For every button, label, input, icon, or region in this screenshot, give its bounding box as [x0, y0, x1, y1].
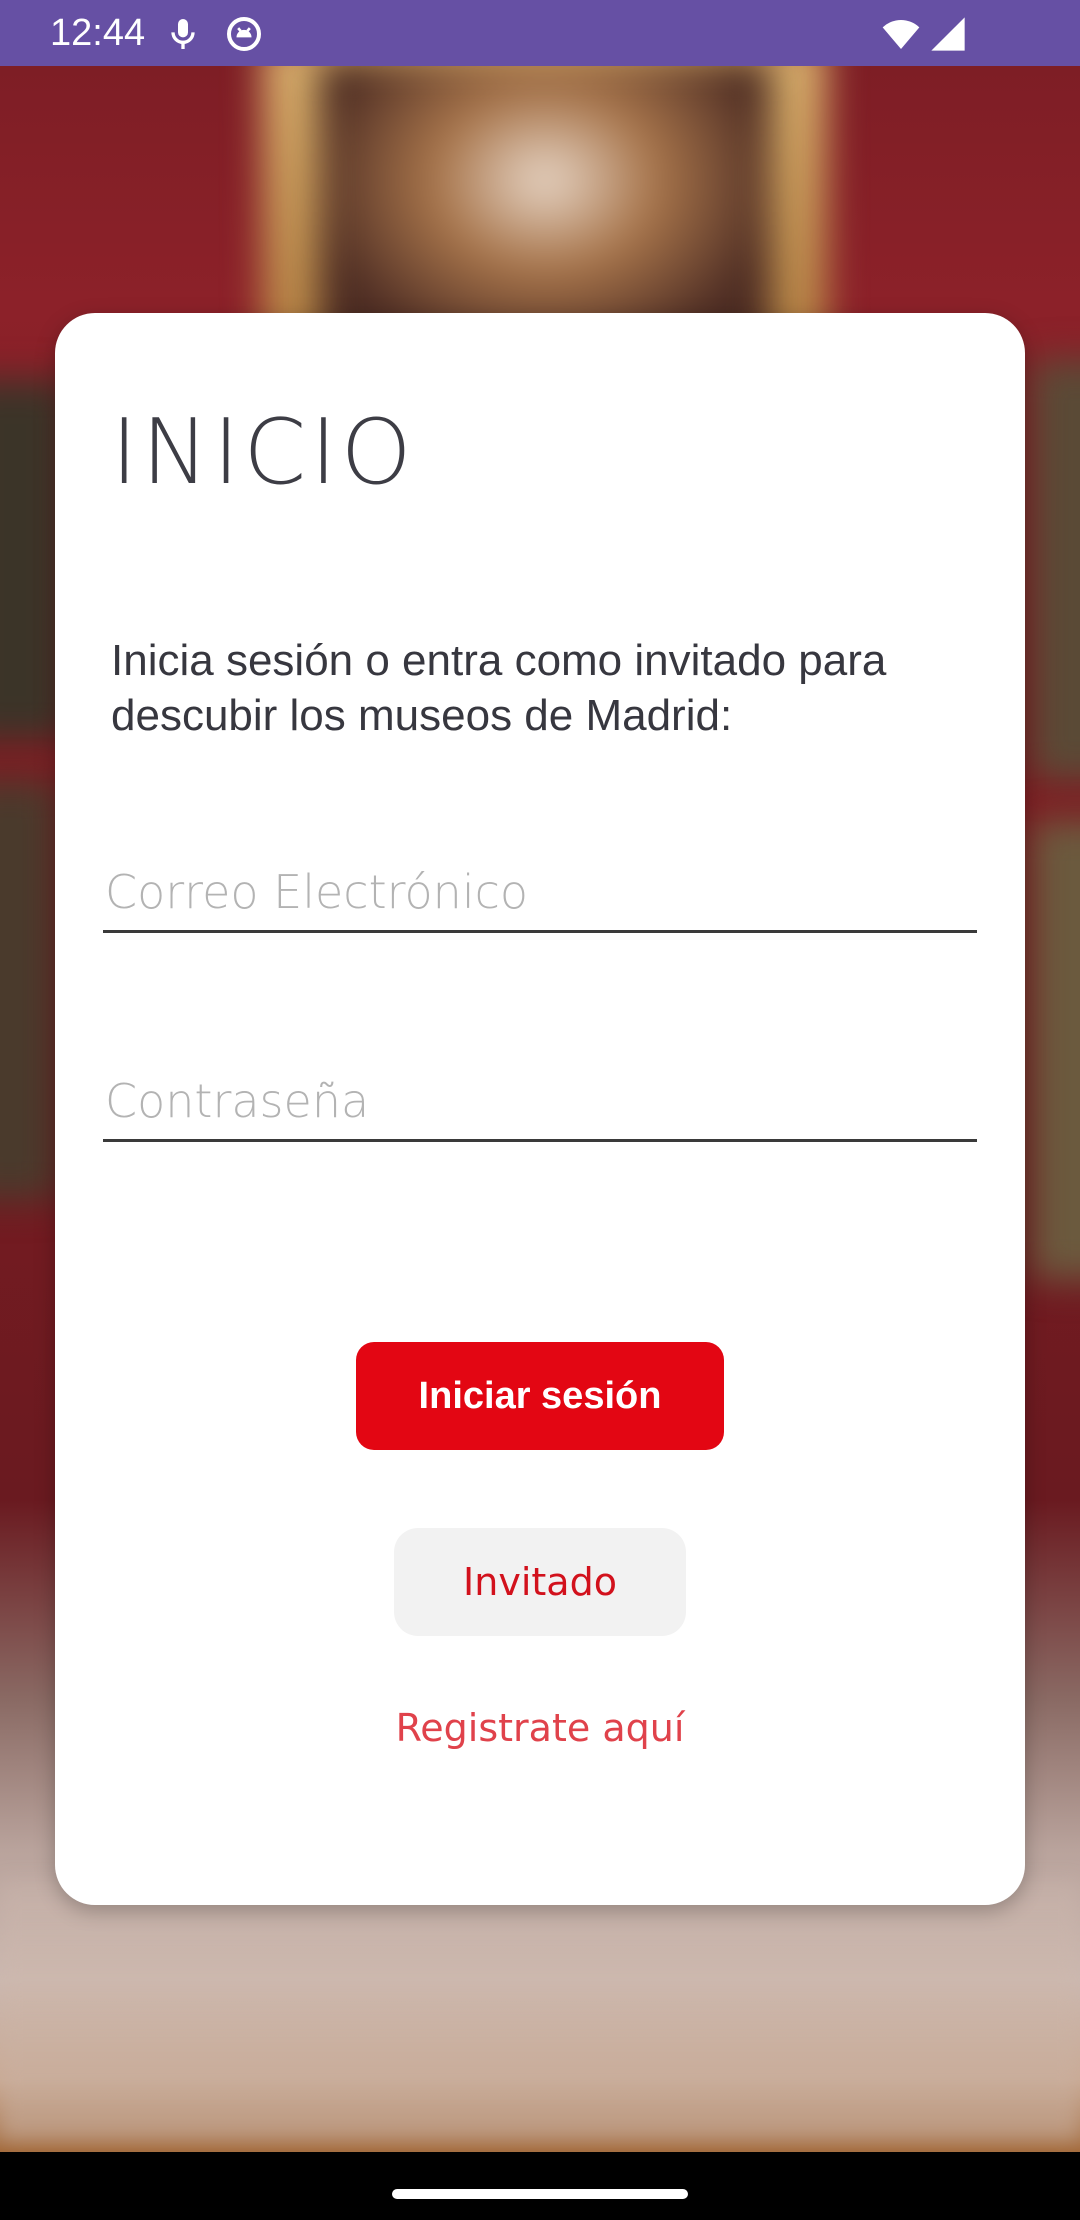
gallery-floor	[0, 1880, 1080, 2140]
home-gesture-handle[interactable]	[392, 2189, 688, 2199]
status-time: 12:44	[50, 12, 146, 54]
status-bar: 12:44	[0, 0, 1080, 66]
microphone-icon	[163, 14, 203, 54]
login-card: INICIO Inicia sesión o entra como invita…	[55, 313, 1025, 1905]
email-field[interactable]	[103, 853, 977, 933]
login-description: Inicia sesión o entra como invitado para…	[111, 636, 887, 740]
painting-right-top	[1030, 360, 1080, 780]
login-button[interactable]: Iniciar sesión	[356, 1342, 724, 1450]
navigation-bar	[0, 2152, 1080, 2220]
cellular-signal-icon	[926, 14, 970, 54]
guest-button[interactable]: Invitado	[394, 1528, 686, 1636]
register-link[interactable]: Registrate aquí	[55, 1703, 1025, 1753]
painting-left-bottom	[0, 780, 60, 1200]
wifi-icon	[878, 14, 924, 54]
page-title: INICIO	[111, 400, 416, 505]
android-debug-icon	[224, 14, 264, 54]
painting-right-bottom	[1030, 820, 1080, 1280]
password-field[interactable]	[103, 1062, 977, 1142]
